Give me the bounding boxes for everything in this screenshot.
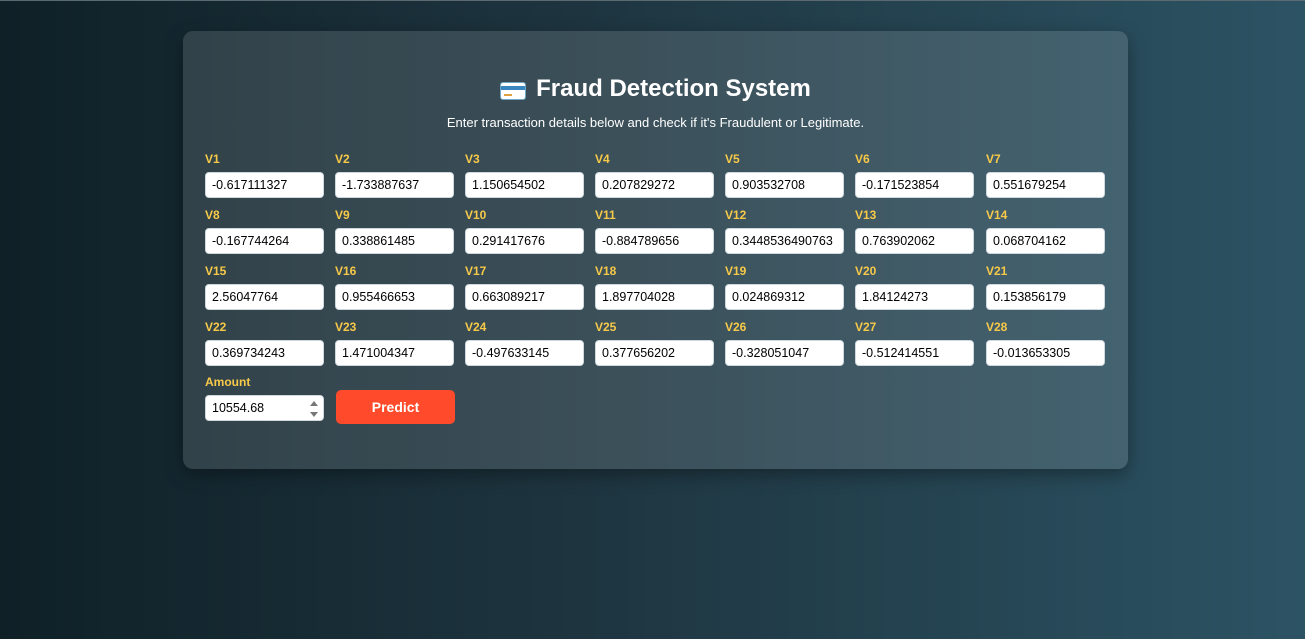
field-input-v7[interactable] — [986, 172, 1105, 198]
field-label-v8: V8 — [205, 208, 220, 222]
field-input-v14[interactable] — [986, 228, 1105, 254]
field-input-v25[interactable] — [595, 340, 714, 366]
field-v23: V23 — [335, 320, 454, 366]
field-v12: V12 — [725, 208, 844, 254]
field-v5: V5 — [725, 152, 844, 198]
field-label-v10: V10 — [465, 208, 487, 222]
field-input-v8[interactable] — [205, 228, 324, 254]
field-input-v2[interactable] — [335, 172, 454, 198]
amount-spinner[interactable] — [310, 401, 318, 417]
field-v27: V27 — [855, 320, 974, 366]
field-label-v26: V26 — [725, 320, 747, 334]
predict-button[interactable]: Predict — [336, 390, 455, 424]
field-input-v16[interactable] — [335, 284, 454, 310]
field-input-v6[interactable] — [855, 172, 974, 198]
field-input-v28[interactable] — [986, 340, 1105, 366]
page-subtitle: Enter transaction details below and chec… — [446, 115, 865, 130]
field-label-v13: V13 — [855, 208, 877, 222]
field-v8: V8 — [205, 208, 324, 254]
amount-field: Amount — [205, 375, 324, 421]
field-v16: V16 — [335, 264, 454, 310]
window-top-border — [0, 0, 1305, 1]
field-input-v9[interactable] — [335, 228, 454, 254]
field-v28: V28 — [986, 320, 1105, 366]
field-input-v20[interactable] — [855, 284, 974, 310]
field-v24: V24 — [465, 320, 584, 366]
credit-card-icon — [500, 82, 527, 100]
field-v15: V15 — [205, 264, 324, 310]
field-label-v16: V16 — [335, 264, 357, 278]
field-label-v24: V24 — [465, 320, 487, 334]
field-label-v18: V18 — [595, 264, 617, 278]
field-input-v27[interactable] — [855, 340, 974, 366]
field-v9: V9 — [335, 208, 454, 254]
field-v26: V26 — [725, 320, 844, 366]
field-label-v7: V7 — [986, 152, 1001, 166]
field-v1: V1 — [205, 152, 324, 198]
field-v18: V18 — [595, 264, 714, 310]
field-input-v5[interactable] — [725, 172, 844, 198]
amount-label: Amount — [205, 375, 251, 389]
field-v22: V22 — [205, 320, 324, 366]
page-title-text: Fraud Detection System — [536, 75, 811, 102]
field-input-v22[interactable] — [205, 340, 324, 366]
field-label-v14: V14 — [986, 208, 1008, 222]
field-v17: V17 — [465, 264, 584, 310]
field-label-v25: V25 — [595, 320, 617, 334]
field-input-v26[interactable] — [725, 340, 844, 366]
field-label-v28: V28 — [986, 320, 1008, 334]
page-title: Fraud Detection System — [183, 74, 1128, 104]
field-input-v24[interactable] — [465, 340, 584, 366]
field-input-v19[interactable] — [725, 284, 844, 310]
field-v14: V14 — [986, 208, 1105, 254]
amount-input-wrap — [205, 395, 324, 421]
field-v2: V2 — [335, 152, 454, 198]
field-label-v5: V5 — [725, 152, 740, 166]
field-input-v17[interactable] — [465, 284, 584, 310]
field-label-v1: V1 — [205, 152, 220, 166]
field-input-v1[interactable] — [205, 172, 324, 198]
field-v4: V4 — [595, 152, 714, 198]
field-v13: V13 — [855, 208, 974, 254]
field-input-v4[interactable] — [595, 172, 714, 198]
fraud-form-card: Fraud Detection System Enter transaction… — [183, 31, 1128, 469]
field-v11: V11 — [595, 208, 714, 254]
field-input-v11[interactable] — [595, 228, 714, 254]
field-v20: V20 — [855, 264, 974, 310]
field-input-v18[interactable] — [595, 284, 714, 310]
field-v3: V3 — [465, 152, 584, 198]
field-v10: V10 — [465, 208, 584, 254]
field-label-v6: V6 — [855, 152, 870, 166]
spin-down-icon[interactable] — [310, 412, 318, 417]
field-label-v2: V2 — [335, 152, 350, 166]
field-label-v23: V23 — [335, 320, 357, 334]
field-label-v19: V19 — [725, 264, 747, 278]
field-label-v9: V9 — [335, 208, 350, 222]
field-input-v23[interactable] — [335, 340, 454, 366]
field-v21: V21 — [986, 264, 1105, 310]
field-label-v22: V22 — [205, 320, 227, 334]
field-v19: V19 — [725, 264, 844, 310]
field-label-v21: V21 — [986, 264, 1008, 278]
field-label-v17: V17 — [465, 264, 487, 278]
field-input-v12[interactable] — [725, 228, 844, 254]
field-v7: V7 — [986, 152, 1105, 198]
field-input-v3[interactable] — [465, 172, 584, 198]
field-input-v13[interactable] — [855, 228, 974, 254]
field-input-v21[interactable] — [986, 284, 1105, 310]
field-v25: V25 — [595, 320, 714, 366]
spin-up-icon[interactable] — [310, 401, 318, 406]
amount-input[interactable] — [205, 395, 324, 421]
field-label-v11: V11 — [595, 208, 616, 222]
field-label-v12: V12 — [725, 208, 747, 222]
field-label-v3: V3 — [465, 152, 480, 166]
field-label-v20: V20 — [855, 264, 877, 278]
field-input-v15[interactable] — [205, 284, 324, 310]
field-label-v15: V15 — [205, 264, 227, 278]
field-label-v4: V4 — [595, 152, 610, 166]
field-label-v27: V27 — [855, 320, 877, 334]
field-v6: V6 — [855, 152, 974, 198]
field-input-v10[interactable] — [465, 228, 584, 254]
